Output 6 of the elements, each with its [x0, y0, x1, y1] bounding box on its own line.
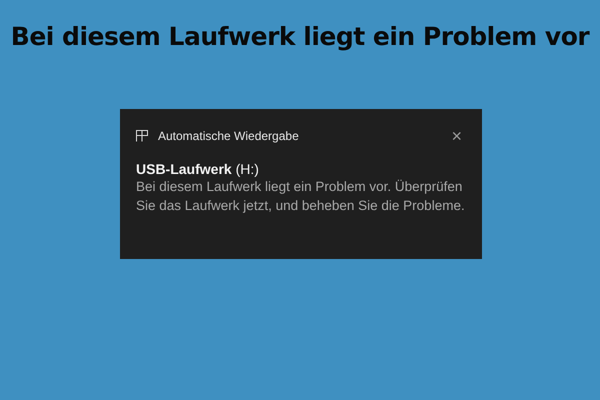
notification-message: Bei diesem Laufwerk liegt ein Problem vor. Überprüfen Sie das Laufwerk jetzt, und beheben Sie die Probleme. [136, 178, 466, 215]
notification-title: USB-Laufwerk (H:) [136, 161, 260, 177]
app-name: Automatische Wiedergabe [158, 129, 299, 143]
headline: Bei diesem Laufwerk liegt ein Problem vor [10, 22, 590, 51]
app-icon [136, 130, 148, 142]
close-button[interactable]: × [447, 127, 466, 145]
